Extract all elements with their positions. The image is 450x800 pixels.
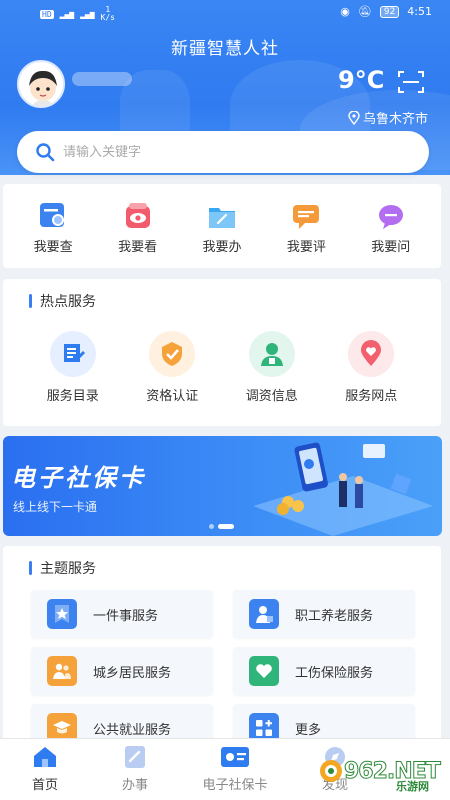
quick-action-handle[interactable]: 我要办 (182, 184, 262, 268)
avatar-face-icon (29, 70, 57, 106)
search-input[interactable] (63, 144, 383, 160)
theme-service-label: 城乡居民服务 (93, 665, 172, 681)
theme-services-card: 主题服务 一件事服务 职工养老服务 城乡居民服务 工伤保险服务 公共就业服务 更… (3, 546, 441, 752)
quick-action-label: 我要评 (286, 240, 326, 255)
status-right: ◉ 🔕︎ 92 4:51 (340, 5, 432, 18)
theme-services-grid: 一件事服务 职工养老服务 城乡居民服务 工伤保险服务 公共就业服务 更多 (31, 590, 415, 752)
quick-action-label: 我要看 (118, 240, 158, 255)
quick-action-ask[interactable]: 我要问 (351, 184, 431, 268)
location-pin-icon (348, 110, 360, 125)
hot-service-outlets[interactable]: 服务网点 (323, 331, 419, 404)
hot-services-card: 热点服务 服务目录 资格认证 调资信息 服务网点 (3, 279, 441, 426)
catalog-icon (49, 331, 96, 377)
mute-icon: 🔕︎ (357, 5, 372, 18)
banner-title: 电子社保卡 (11, 464, 146, 492)
heart-icon (249, 656, 279, 686)
watermark-logo-icon (320, 760, 342, 782)
hot-service-label: 调资信息 (245, 389, 298, 404)
star-badge-icon (47, 599, 77, 629)
theme-service-one-thing[interactable]: 一件事服务 (31, 590, 213, 638)
carousel-dots[interactable] (209, 524, 234, 529)
nav-label: 首页 (31, 778, 58, 793)
status-left: HD ▂▄▆ ▂▄▆ 1 K/s (40, 6, 115, 22)
hd-badge: HD (40, 9, 54, 19)
theme-service-injury[interactable]: 工伤保险服务 (233, 647, 415, 695)
net-speed: 1 K/s (100, 5, 115, 22)
quick-action-label: 我要问 (371, 240, 411, 255)
quick-actions: 我要查 我要看 我要办 我要评 我要问 (3, 184, 441, 268)
search-doc-icon (40, 203, 65, 227)
nav-home[interactable]: 首页 (0, 739, 90, 800)
avatar[interactable] (17, 60, 65, 108)
worker-icon (249, 599, 279, 629)
social-card-banner[interactable]: 电子社保卡 线上线下一卡通 (3, 436, 442, 536)
folder-edit-icon (208, 208, 235, 228)
home-icon (34, 747, 56, 767)
nav-label: 办事 (121, 778, 148, 793)
carousel-dot[interactable] (209, 524, 214, 529)
edit-doc-icon (125, 746, 145, 768)
section-title: 热点服务 (29, 291, 96, 311)
app-title: 新疆智慧人社 (171, 39, 279, 59)
status-bar: HD ▂▄▆ ▂▄▆ 1 K/s ◉ 🔕︎ 92 4:51 (0, 0, 450, 26)
theme-service-label: 公共就业服务 (93, 722, 172, 738)
signal-icon-2: ▂▄▆ (80, 9, 95, 19)
signal-icon: ▂▄▆ (59, 9, 75, 19)
quick-action-label: 我要办 (202, 240, 242, 255)
hot-service-label: 服务目录 (46, 389, 99, 404)
question-bubble-icon (378, 205, 403, 229)
quick-action-view[interactable]: 我要看 (98, 184, 178, 268)
search-icon (36, 143, 55, 162)
location[interactable]: 乌鲁木齐市 (348, 108, 428, 127)
nav-label: 电子社保卡 (202, 778, 268, 793)
hot-services-row: 服务目录 资格认证 调资信息 服务网点 (3, 331, 441, 404)
social-card-icon (221, 747, 249, 767)
hot-service-catalog[interactable]: 服务目录 (25, 331, 121, 404)
banner-illustration (253, 442, 433, 536)
quick-action-rate[interactable]: 我要评 (266, 184, 346, 268)
theme-service-label: 职工养老服务 (295, 608, 374, 624)
hot-service-label: 资格认证 (146, 389, 199, 404)
residents-icon (47, 656, 77, 686)
location-heart-icon (348, 331, 395, 377)
theme-service-label: 工伤保险服务 (295, 665, 374, 681)
hot-service-certify[interactable]: 资格认证 (124, 331, 220, 404)
quick-action-query[interactable]: 我要查 (13, 184, 93, 268)
username-masked (72, 72, 132, 86)
location-label: 乌鲁木齐市 (362, 112, 428, 127)
site-watermark: 962.NET 乐游网 (318, 748, 446, 794)
certify-icon (149, 331, 196, 377)
theme-service-label: 更多 (295, 722, 322, 738)
theme-service-pension[interactable]: 职工养老服务 (233, 590, 415, 638)
theme-service-residents[interactable]: 城乡居民服务 (31, 647, 213, 695)
comment-icon (293, 205, 320, 229)
clock: 4:51 (407, 5, 432, 18)
nav-affairs[interactable]: 办事 (90, 739, 180, 800)
search-bar[interactable] (17, 131, 429, 173)
theme-service-label: 一件事服务 (93, 608, 159, 624)
battery-level: 92 (379, 5, 400, 18)
eye-comfort-icon: ◉ (340, 5, 350, 18)
scan-icon[interactable] (398, 70, 424, 94)
temperature: 9°C (338, 66, 385, 94)
banner-subtitle: 线上线下一卡通 (13, 500, 98, 514)
eye-icon (125, 203, 150, 228)
salary-info-icon (248, 331, 295, 377)
carousel-dot-active[interactable] (218, 524, 234, 529)
quick-action-label: 我要查 (33, 240, 73, 255)
section-title: 主题服务 (29, 558, 96, 578)
hot-service-label: 服务网点 (345, 389, 398, 404)
hot-service-salary[interactable]: 调资信息 (224, 331, 320, 404)
watermark-subtext: 乐游网 (396, 780, 429, 793)
nav-social-card[interactable]: 电子社保卡 (180, 739, 290, 800)
